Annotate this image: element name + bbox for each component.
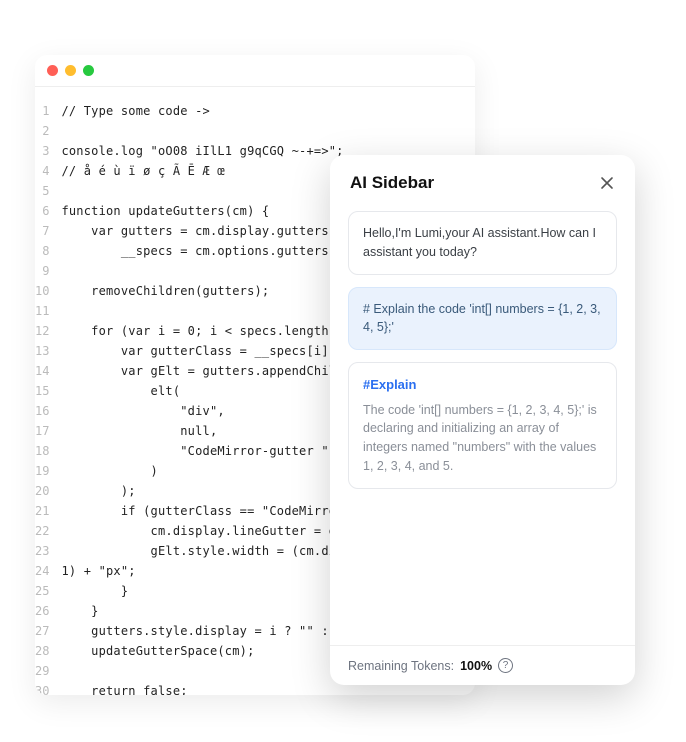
help-icon[interactable]: ?	[498, 658, 513, 673]
response-body: The code 'int[] numbers = {1, 2, 3, 4, 5…	[363, 403, 597, 473]
response-tag: #Explain	[363, 375, 602, 395]
remaining-tokens-value: 100%	[460, 659, 492, 673]
user-query-message: # Explain the code 'int[] numbers = {1, …	[348, 287, 617, 351]
window-titlebar	[35, 55, 475, 87]
ai-greeting-message: Hello,I'm Lumi,your AI assistant.How can…	[348, 211, 617, 275]
minimize-window-icon[interactable]	[65, 65, 76, 76]
traffic-lights	[47, 65, 94, 76]
sidebar-title: AI Sidebar	[350, 173, 434, 193]
ai-response-message: #Explain The code 'int[] numbers = {1, 2…	[348, 362, 617, 489]
sidebar-footer: Remaining Tokens: 100% ?	[330, 645, 635, 685]
ai-sidebar: AI Sidebar Hello,I'm Lumi,your AI assist…	[330, 155, 635, 685]
line-number-gutter: 1 2 3 4 5 6 7 8 9 10 11 12 13 14 15 16 1…	[35, 101, 61, 695]
sidebar-body: Hello,I'm Lumi,your AI assistant.How can…	[330, 205, 635, 645]
close-icon[interactable]	[599, 175, 615, 191]
close-window-icon[interactable]	[47, 65, 58, 76]
sidebar-header: AI Sidebar	[330, 155, 635, 205]
maximize-window-icon[interactable]	[83, 65, 94, 76]
remaining-tokens-label: Remaining Tokens:	[348, 659, 454, 673]
